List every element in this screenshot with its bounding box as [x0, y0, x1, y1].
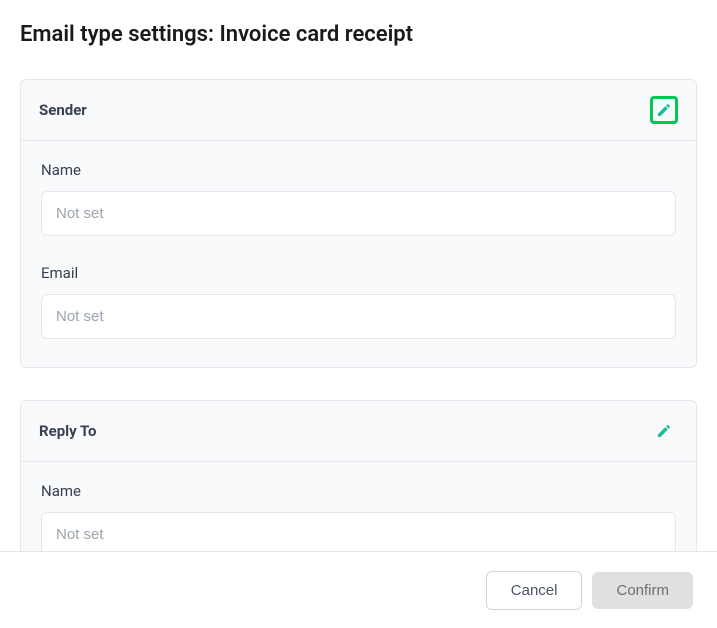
replyto-card: Reply To Name [20, 400, 697, 551]
pencil-icon [656, 423, 672, 439]
sender-email-field: Email [41, 264, 676, 339]
sender-name-label: Name [41, 161, 676, 179]
sender-card: Sender Name Email [20, 79, 697, 368]
sender-body: Name Email [21, 141, 696, 367]
confirm-button[interactable]: Confirm [592, 572, 693, 609]
replyto-title: Reply To [39, 422, 97, 440]
pencil-icon [656, 102, 672, 118]
replyto-header: Reply To [21, 401, 696, 462]
sender-name-input[interactable] [41, 191, 676, 236]
replyto-name-input[interactable] [41, 512, 676, 551]
sender-edit-button[interactable] [650, 96, 678, 124]
page-title: Email type settings: Invoice card receip… [20, 22, 697, 47]
replyto-name-label: Name [41, 482, 676, 500]
sender-email-label: Email [41, 264, 676, 282]
sender-email-input[interactable] [41, 294, 676, 339]
sender-name-field: Name [41, 161, 676, 236]
cancel-button[interactable]: Cancel [486, 571, 583, 610]
content-scroll-area[interactable]: Email type settings: Invoice card receip… [0, 0, 717, 551]
replyto-body: Name [21, 462, 696, 551]
sender-header: Sender [21, 80, 696, 141]
footer-bar: Cancel Confirm [0, 551, 717, 628]
replyto-edit-button[interactable] [650, 417, 678, 445]
replyto-name-field: Name [41, 482, 676, 551]
sender-title: Sender [39, 101, 87, 119]
